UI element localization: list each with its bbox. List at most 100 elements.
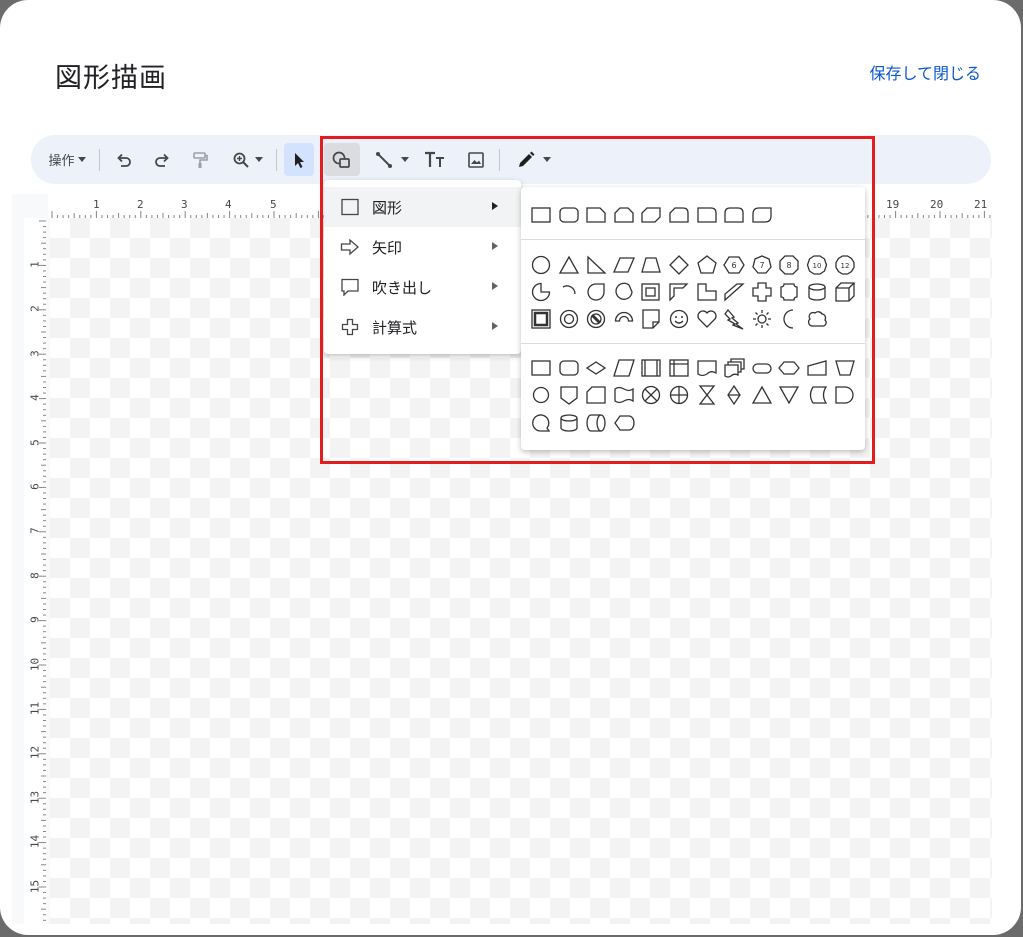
undo-button[interactable] xyxy=(111,143,137,176)
shape-connector[interactable] xyxy=(530,384,552,406)
extract-icon xyxy=(751,385,772,404)
shape-half-frame[interactable] xyxy=(668,281,690,303)
ruler-label: 12 xyxy=(28,746,42,760)
shape-magnetic-disk[interactable] xyxy=(558,412,580,434)
can-icon xyxy=(808,283,826,301)
shape-snip-corner[interactable] xyxy=(585,204,607,226)
shape-block-arc[interactable] xyxy=(613,308,635,330)
actions-menu-button[interactable]: 操作 xyxy=(41,143,93,176)
shape-oval[interactable] xyxy=(530,254,552,276)
save-and-close-button[interactable]: 保存して閉じる xyxy=(869,60,981,84)
text-box-button[interactable] xyxy=(420,143,450,176)
shape-extract[interactable] xyxy=(751,384,773,406)
select-button[interactable] xyxy=(284,143,314,176)
ruler-label: 15 xyxy=(28,879,42,893)
shape-process[interactable] xyxy=(530,357,552,379)
shape-stored-data[interactable] xyxy=(806,384,828,406)
shape-frame[interactable] xyxy=(640,281,662,303)
shape-summing-junction[interactable] xyxy=(640,384,662,406)
shape-display[interactable] xyxy=(613,412,635,434)
menu-item-callouts[interactable]: 吹き出し xyxy=(324,267,521,307)
image-button[interactable] xyxy=(461,143,491,176)
shape-snip-diagonal[interactable] xyxy=(640,204,662,226)
shape-round-diagonal[interactable] xyxy=(751,204,773,226)
shape-card[interactable] xyxy=(585,384,607,406)
shape-donut[interactable] xyxy=(558,308,580,330)
shape-alternate-process[interactable] xyxy=(558,357,580,379)
shape-moon[interactable] xyxy=(778,308,800,330)
redo-button[interactable] xyxy=(149,143,175,176)
menu-item-equations[interactable]: 計算式 xyxy=(324,307,521,347)
shape-round-snip[interactable] xyxy=(668,204,690,226)
shape-hexagon[interactable]: 6 xyxy=(723,254,745,276)
shape-rounded-rectangle[interactable] xyxy=(558,204,580,226)
shape-round-single[interactable] xyxy=(696,204,718,226)
shape-sequential-access[interactable] xyxy=(530,412,552,434)
shape-cross[interactable] xyxy=(751,281,773,303)
menu-item-arrows[interactable]: 矢印 xyxy=(324,227,521,267)
shape-merge[interactable] xyxy=(778,384,800,406)
shape-chord[interactable] xyxy=(613,281,635,303)
shape-decagon[interactable]: 10 xyxy=(806,254,828,276)
shape-octagon[interactable]: 8 xyxy=(778,254,800,276)
menu-item-shapes[interactable]: 図形 xyxy=(324,187,521,227)
shape-multidocument[interactable] xyxy=(723,357,745,379)
shape-sort[interactable] xyxy=(723,384,745,406)
shape-cube[interactable] xyxy=(834,281,856,303)
hexagon-icon: 6 xyxy=(723,256,745,274)
shape-lightning[interactable] xyxy=(723,308,745,330)
connector-icon xyxy=(532,386,550,404)
paint-format-button[interactable] xyxy=(187,143,213,176)
shape-manual-operation[interactable] xyxy=(834,357,856,379)
shape-rectangle[interactable] xyxy=(530,204,552,226)
shape-document[interactable] xyxy=(696,357,718,379)
shape-round-two[interactable] xyxy=(723,204,745,226)
shape-no-symbol[interactable] xyxy=(585,308,607,330)
line-button[interactable] xyxy=(368,143,414,176)
shape-folded-corner[interactable] xyxy=(640,308,662,330)
pen-button[interactable] xyxy=(509,143,557,176)
shape-trapezoid[interactable] xyxy=(640,254,662,276)
zoom-button[interactable] xyxy=(225,143,269,176)
shape-heptagon[interactable]: 7 xyxy=(751,254,773,276)
shape-parallelogram[interactable] xyxy=(612,254,635,276)
shape-l-shape[interactable] xyxy=(696,281,718,303)
shape-triangle[interactable] xyxy=(558,254,580,276)
shape-data[interactable] xyxy=(612,357,635,379)
shape-direct-access[interactable] xyxy=(585,412,607,434)
shape-button[interactable] xyxy=(324,143,360,176)
shape-arc[interactable] xyxy=(558,281,580,303)
shape-pentagon[interactable] xyxy=(696,254,718,276)
round-snip-icon xyxy=(669,207,689,223)
shape-right-triangle[interactable] xyxy=(585,254,607,276)
shape-bevel[interactable] xyxy=(530,308,552,330)
shape-collate[interactable] xyxy=(696,384,718,406)
shape-pie[interactable] xyxy=(530,281,552,303)
shape-dodecagon[interactable]: 12 xyxy=(834,254,856,276)
shape-sun[interactable] xyxy=(751,308,773,330)
shape-offpage-connector[interactable] xyxy=(558,384,580,406)
shape-plaque[interactable] xyxy=(778,281,800,303)
shape-delay[interactable] xyxy=(834,384,856,406)
shape-smiley[interactable] xyxy=(668,308,690,330)
shape-snip-two[interactable] xyxy=(613,204,635,226)
shape-cloud[interactable] xyxy=(806,308,828,330)
shape-teardrop[interactable] xyxy=(585,281,607,303)
shape-heart[interactable] xyxy=(696,308,718,330)
moon-icon xyxy=(783,309,794,329)
shape-can[interactable] xyxy=(806,281,828,303)
shape-terminator[interactable] xyxy=(751,357,773,379)
ruler-label: 6 xyxy=(28,483,42,490)
shape-preparation[interactable] xyxy=(778,357,801,379)
shape-or[interactable] xyxy=(668,384,690,406)
decagon-icon: 10 xyxy=(806,255,828,275)
shape-manual-input[interactable] xyxy=(806,357,828,379)
shape-diagonal-stripe[interactable] xyxy=(723,281,745,303)
shape-diamond[interactable] xyxy=(668,254,690,276)
shape-punched-tape[interactable] xyxy=(613,384,635,406)
snip-diagonal-icon xyxy=(641,207,662,223)
shape-predefined-process[interactable] xyxy=(640,357,662,379)
shape-internal-storage[interactable] xyxy=(668,357,690,379)
plus-icon xyxy=(341,318,359,336)
shape-decision[interactable] xyxy=(585,357,607,379)
